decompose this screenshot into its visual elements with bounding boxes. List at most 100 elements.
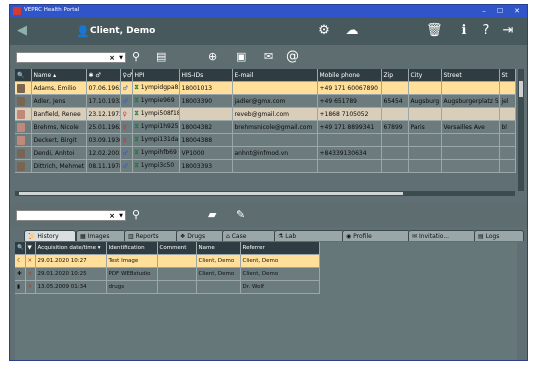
cell-dob: 17.10.1932: [86, 94, 121, 108]
tab-lab[interactable]: ⚗ Lab: [274, 230, 344, 241]
column-zip[interactable]: Zip: [381, 69, 409, 82]
search-icon[interactable]: 🔍: [15, 69, 32, 82]
sex-icon: ♂: [122, 84, 128, 92]
binoculars-icon[interactable]: ⚲: [132, 50, 140, 63]
table-row[interactable]: ☾ ✕ 29.01.2020 10:27 Test Image Client, Demo…: [15, 254, 320, 268]
table-row[interactable]: Adler, Jens 17.10.1932 ♂ ⧖ 1ympie969 18003390…: [15, 94, 516, 108]
column-city[interactable]: City: [408, 69, 442, 82]
tab-reports[interactable]: ▥ Reports: [124, 230, 178, 241]
edit-document-icon[interactable]: ✎: [236, 208, 245, 221]
maximize-button[interactable]: ☐: [493, 6, 507, 16]
info-icon[interactable]: ℹ: [456, 23, 472, 39]
tab-icon: ▥: [128, 233, 136, 240]
history-search-input[interactable]: × ▼: [16, 210, 126, 221]
cell-dob: 23.12.1973: [86, 107, 121, 121]
column-birthdate[interactable]: ✱ ♂: [86, 69, 121, 82]
avatar: [17, 135, 25, 145]
cell-date: 29.01.2020 10:25: [35, 267, 107, 281]
column-mobile-phone[interactable]: Mobile phone: [317, 69, 382, 82]
tab-images[interactable]: ▦ Images: [76, 230, 126, 241]
cell-comment: [157, 254, 197, 268]
cell-hpi: ⧖ 1ympidgpa83: [132, 81, 180, 95]
minimize-button[interactable]: –: [477, 6, 491, 16]
table-row[interactable]: Adams, Emilio 07.06.1963 ♂ ⧖ 1ympidgpa83 1800…: [15, 81, 516, 95]
column-name[interactable]: Name ▴: [31, 69, 87, 82]
column-st[interactable]: St: [499, 69, 516, 82]
search-icon[interactable]: 🔍: [15, 242, 26, 255]
close-button[interactable]: ✕: [510, 6, 524, 16]
search-dropdown-icon[interactable]: ▼: [119, 55, 123, 61]
help-icon[interactable]: ?: [478, 23, 494, 39]
column-comment[interactable]: Comment: [157, 242, 197, 255]
cell-icon: [15, 146, 32, 160]
table-row[interactable]: Banfield, Renee 23.12.1973 ♀ ⧖ 1ympi508f18 re…: [15, 107, 516, 121]
column-email[interactable]: E-mail: [232, 69, 318, 82]
at-sign-icon[interactable]: @: [286, 49, 299, 64]
cell-referrer: Client, Demo: [240, 254, 320, 268]
cell-st: [499, 146, 516, 160]
column-referrer[interactable]: Referrer: [240, 242, 320, 255]
tab-invitatio[interactable]: ✉ Invitatio...: [408, 230, 476, 241]
clear-search-icon[interactable]: ×: [109, 212, 115, 220]
tab-icon: ▦: [80, 233, 88, 240]
trash-icon[interactable]: 🗑: [426, 23, 443, 39]
tab-case[interactable]: ⌂ Case: [222, 230, 276, 241]
cell-email: brehmsnicole@gmail.com: [232, 120, 318, 134]
binoculars-icon[interactable]: ⚲: [132, 208, 140, 221]
cell-street: Versailles Ave: [441, 120, 500, 134]
current-user-name: Client, Demo: [90, 26, 156, 36]
cell-his: 18003390: [179, 94, 233, 108]
cell-hpi: ⧖ 1ympihfb69: [132, 146, 180, 160]
tab-drugs[interactable]: ❖ Drugs: [176, 230, 224, 241]
scroll-thumb[interactable]: [19, 192, 403, 195]
patient-horizontal-scrollbar[interactable]: [15, 191, 515, 196]
table-row[interactable]: Dendi, Anhtoi 12.02.2003 ♂ ⧖ 1ympihfb69 VP100…: [15, 146, 516, 160]
patient-vertical-scrollbar[interactable]: [518, 69, 524, 191]
column-his-ids[interactable]: HIS-IDs: [179, 69, 233, 82]
table-row[interactable]: Dittrich, Mehmet 08.11.1978 ♂ ⧖ 1ympi3c50 180…: [15, 159, 516, 173]
tab-history[interactable]: 📜 History: [24, 230, 76, 241]
column-sex[interactable]: ♀♂: [120, 69, 133, 82]
sex-icon: ♂: [122, 162, 128, 170]
avatar: [17, 148, 25, 158]
cell-icon: ♂: [120, 94, 133, 108]
column-hpi[interactable]: HPI: [132, 69, 180, 82]
cell-referrer: Dr. Wolf: [240, 280, 320, 294]
back-arrow-icon[interactable]: ◀: [14, 23, 30, 39]
title-bar: VEPRC Health Portal – ☐ ✕: [10, 5, 527, 17]
clear-search-icon[interactable]: ×: [109, 54, 115, 62]
email-icon[interactable]: ✉: [264, 50, 273, 63]
column-name[interactable]: Name: [196, 242, 241, 255]
add-patient-icon[interactable]: ⊕: [208, 50, 217, 63]
cell-dob: 07.06.1963: [86, 81, 121, 95]
presentation-icon[interactable]: ▣: [236, 50, 246, 63]
add-document-icon[interactable]: ▰: [208, 208, 216, 221]
table-row[interactable]: ▮ ✕ 13.05.2009 01:34 drugs Dr. Wolf: [15, 280, 320, 294]
cell-city: [408, 146, 442, 160]
cell-dob: 12.02.2003: [86, 146, 121, 160]
cell-his: 18003393: [179, 159, 233, 173]
tab-profile[interactable]: ◉ Profile: [342, 230, 410, 241]
table-row[interactable]: Brehms, Nicole 25.01.1962 ♀ ⧖ 1ympi1h925 1800…: [15, 120, 516, 134]
column-identification[interactable]: Identification: [106, 242, 158, 255]
logout-icon[interactable]: ⇥: [500, 23, 516, 39]
column-acquisition-date[interactable]: Acquisition date/time ▾: [35, 242, 107, 255]
id-card-icon[interactable]: ▤: [156, 50, 166, 63]
tab-icon: ▤: [478, 233, 486, 240]
cell-city: Paris: [408, 120, 442, 134]
table-row[interactable]: ✚ ✕ 29.01.2020 10:25 PDF WEBstudio Client, D…: [15, 267, 320, 281]
cell-icon: [15, 159, 32, 173]
scroll-thumb[interactable]: [519, 81, 523, 97]
cloud-sync-icon[interactable]: ☁: [344, 23, 360, 39]
filter-icon[interactable]: ▼: [25, 242, 36, 255]
cell-st: jel: [499, 94, 516, 108]
cell-his: 18004388: [179, 133, 233, 147]
table-row[interactable]: Deckert, Birgit 03.09.1936 ♀ ⧖ 1ympi131da 180…: [15, 133, 516, 147]
patient-settings-icon[interactable]: ⚙: [316, 23, 332, 39]
tab-logs[interactable]: ▤ Logs: [474, 230, 524, 241]
search-dropdown-icon[interactable]: ▼: [119, 213, 123, 219]
column-street[interactable]: Street: [441, 69, 500, 82]
cell-icon: ♂: [120, 159, 133, 173]
avatar: [17, 122, 25, 132]
patient-search-input[interactable]: × ▼: [16, 52, 126, 63]
